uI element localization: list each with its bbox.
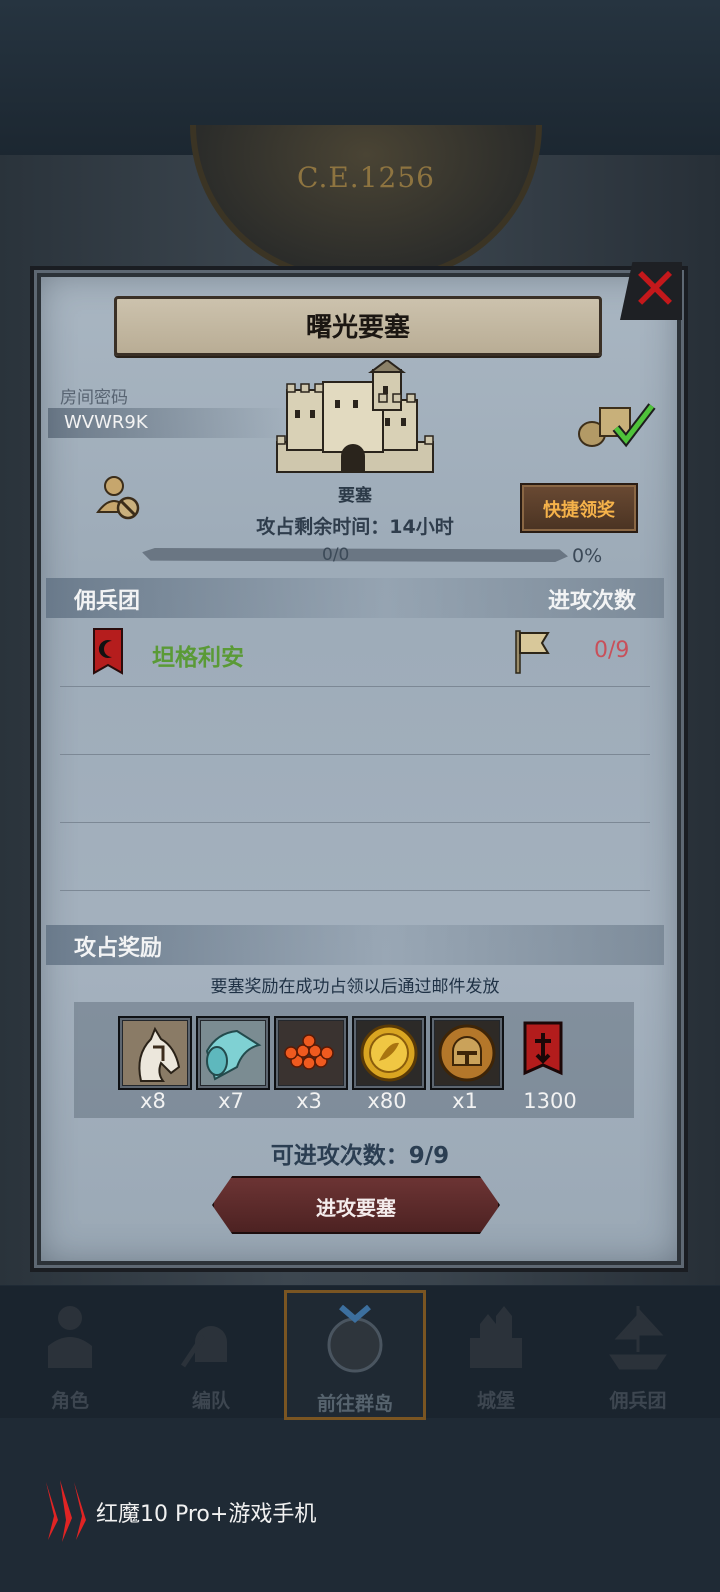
reward-qty: 1300 xyxy=(523,1089,577,1113)
reward-qty: x3 xyxy=(296,1089,322,1113)
reward-note: 要塞奖励在成功占领以后通过邮件发放 xyxy=(210,977,500,997)
nav-item-castle[interactable]: 城堡 xyxy=(428,1290,564,1414)
gold-coin-icon xyxy=(357,1021,421,1085)
nav-label-castle: 城堡 xyxy=(476,1390,515,1412)
mercenary-banner-icon xyxy=(93,628,123,675)
reward-qty: x8 xyxy=(140,1089,166,1113)
mercenary-name[interactable]: 坦格利安 xyxy=(152,638,244,672)
reward-slot-banner[interactable] xyxy=(508,1016,578,1086)
progress-count: 0/0 xyxy=(322,545,350,565)
capture-progress-bar xyxy=(142,548,568,562)
quick-claim-label: 快捷领奖 xyxy=(543,500,615,521)
nav-label-mercenary: 佣兵团 xyxy=(609,1390,667,1412)
room-code-field: WVWR9K xyxy=(48,408,288,438)
mercenary-attack-count: 0/9 xyxy=(594,638,630,663)
dialog-title: 曙光要塞 xyxy=(305,313,410,343)
nav-item-character[interactable]: 角色 xyxy=(2,1290,138,1414)
nav-item-formation[interactable]: 编队 xyxy=(143,1290,279,1414)
cloth-icon xyxy=(201,1021,265,1085)
nav-label-character: 角色 xyxy=(50,1390,89,1412)
mercenary-column-label: 佣兵团 xyxy=(74,589,141,614)
knight-helmet-medal-icon xyxy=(435,1021,499,1085)
nav-item-mercenary[interactable]: 佣兵团 xyxy=(570,1290,706,1414)
formation-icon xyxy=(181,1326,227,1368)
reward-qty: x80 xyxy=(367,1089,407,1113)
quick-claim-button[interactable]: 快捷领奖 xyxy=(520,483,638,533)
room-code-label: 房间密码 xyxy=(60,388,128,408)
device-watermark: 红魔10 Pro+游戏手机 xyxy=(42,1478,342,1544)
mercenary-banner-icon xyxy=(523,1021,563,1076)
islands-icon xyxy=(327,1305,383,1373)
reward-slot-horse[interactable] xyxy=(118,1016,192,1090)
castle-icon xyxy=(470,1306,522,1368)
reward-slot-berries[interactable] xyxy=(274,1016,348,1090)
nav-label-formation: 编队 xyxy=(191,1390,230,1412)
loot-claimed-icon xyxy=(578,403,656,448)
mercenary-ship-icon xyxy=(609,1306,667,1370)
title-plank: 曙光要塞 xyxy=(114,296,602,356)
redmagic-logo-icon xyxy=(46,1480,86,1542)
attack-fortress-button[interactable]: 进攻要塞 xyxy=(212,1176,500,1234)
reward-qty: x1 xyxy=(452,1089,478,1113)
attacks-column-label: 进攻次数 xyxy=(547,589,636,614)
remaining-time: 攻占剩余时间：14小时 xyxy=(256,516,454,538)
list-divider xyxy=(60,754,650,755)
horse-icon xyxy=(123,1021,187,1085)
attack-fortress-label: 进攻要塞 xyxy=(316,1196,396,1220)
nav-label-islands: 前往群岛 xyxy=(316,1393,393,1415)
mercenary-header: 佣兵团 进攻次数 xyxy=(46,578,664,618)
era-label: C.E.1256 xyxy=(297,161,435,194)
reward-qty: x7 xyxy=(218,1089,244,1113)
list-divider xyxy=(60,686,650,687)
fortress-castle-icon xyxy=(276,360,434,473)
room-code-value: WVWR9K xyxy=(64,412,148,433)
close-x-icon: ✕ xyxy=(630,255,680,323)
reward-header-label: 攻占奖励 xyxy=(74,936,163,961)
character-icon xyxy=(48,1306,92,1368)
reward-slot-helmet[interactable] xyxy=(430,1016,504,1090)
reward-slot-gold[interactable] xyxy=(352,1016,426,1090)
nav-item-islands[interactable]: 前往群岛 xyxy=(284,1290,426,1420)
progress-percent: 0% xyxy=(572,545,603,567)
reward-slot-cloth[interactable] xyxy=(196,1016,270,1090)
no-member-icon xyxy=(96,476,140,520)
attack-flag-icon xyxy=(515,630,550,674)
list-divider xyxy=(60,822,650,823)
watermark-text: 红魔10 Pro+游戏手机 xyxy=(96,1502,317,1527)
fortress-label: 要塞 xyxy=(338,486,372,506)
available-attack-count: 可进攻次数：9/9 xyxy=(270,1143,450,1169)
berries-icon xyxy=(279,1021,343,1085)
list-divider xyxy=(60,890,650,891)
reward-header: 攻占奖励 xyxy=(46,925,664,965)
